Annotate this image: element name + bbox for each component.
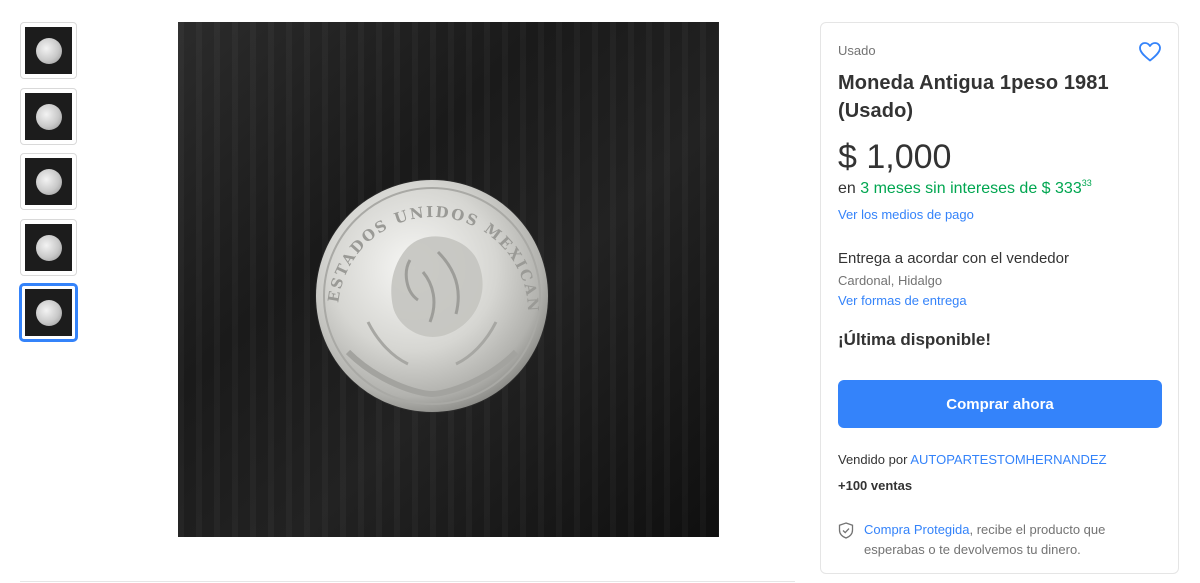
- product-price: $ 1,000: [838, 138, 952, 176]
- installments-amount: 3 meses sin intereses de $ 33333: [860, 178, 1092, 197]
- shield-check-icon: [838, 522, 854, 539]
- thumbnail-3[interactable]: [20, 153, 77, 210]
- seller-name-link[interactable]: AUTOPARTESTOMHERNANDEZ: [910, 452, 1106, 467]
- delivery-options-link[interactable]: Ver formas de entrega: [838, 293, 967, 308]
- thumbnail-image: [25, 27, 72, 74]
- buy-now-button[interactable]: Comprar ahora: [838, 380, 1162, 428]
- installments-info: en 3 meses sin intereses de $ 33333: [838, 178, 1092, 198]
- main-product-photo[interactable]: ESTADOS UNIDOS MEXICANOS: [178, 22, 719, 537]
- stock-status: ¡Última disponible!: [838, 330, 991, 349]
- product-title: Moneda Antigua 1peso 1981 (Usado): [838, 72, 1109, 122]
- installments-cents: 33: [1081, 178, 1092, 188]
- delivery-text: Entrega a acordar con el vendedor: [838, 250, 1069, 267]
- seller-info: Vendido por AUTOPARTESTOMHERNANDEZ: [838, 452, 1107, 467]
- coin-illustration: ESTADOS UNIDOS MEXICANOS: [178, 22, 549, 413]
- purchase-protection: Compra Protegida, recibe el producto que…: [838, 520, 1158, 560]
- installments-prefix: en: [838, 180, 856, 197]
- thumbnail-image: [25, 93, 72, 140]
- thumbnail-image: [25, 224, 72, 271]
- seller-prefix: Vendido por: [838, 452, 908, 467]
- thumbnail-image: [25, 158, 72, 205]
- payment-methods-link[interactable]: Ver los medios de pago: [838, 207, 974, 222]
- thumbnail-4[interactable]: [20, 219, 77, 276]
- thumbnail-1[interactable]: [20, 22, 77, 79]
- divider: [20, 581, 795, 582]
- protected-purchase-link[interactable]: Compra Protegida: [864, 522, 970, 537]
- thumbnail-2[interactable]: [20, 88, 77, 145]
- buy-box: Usado Moneda Antigua 1peso 1981 (Usado) …: [820, 22, 1179, 574]
- heart-outline-icon[interactable]: [1138, 40, 1162, 64]
- seller-location: Cardonal, Hidalgo: [838, 273, 943, 288]
- seller-sales: +100 ventas: [838, 478, 913, 493]
- product-condition: Usado: [838, 43, 876, 58]
- thumbnail-image: [25, 289, 72, 336]
- thumbnail-5-active[interactable]: [20, 284, 77, 341]
